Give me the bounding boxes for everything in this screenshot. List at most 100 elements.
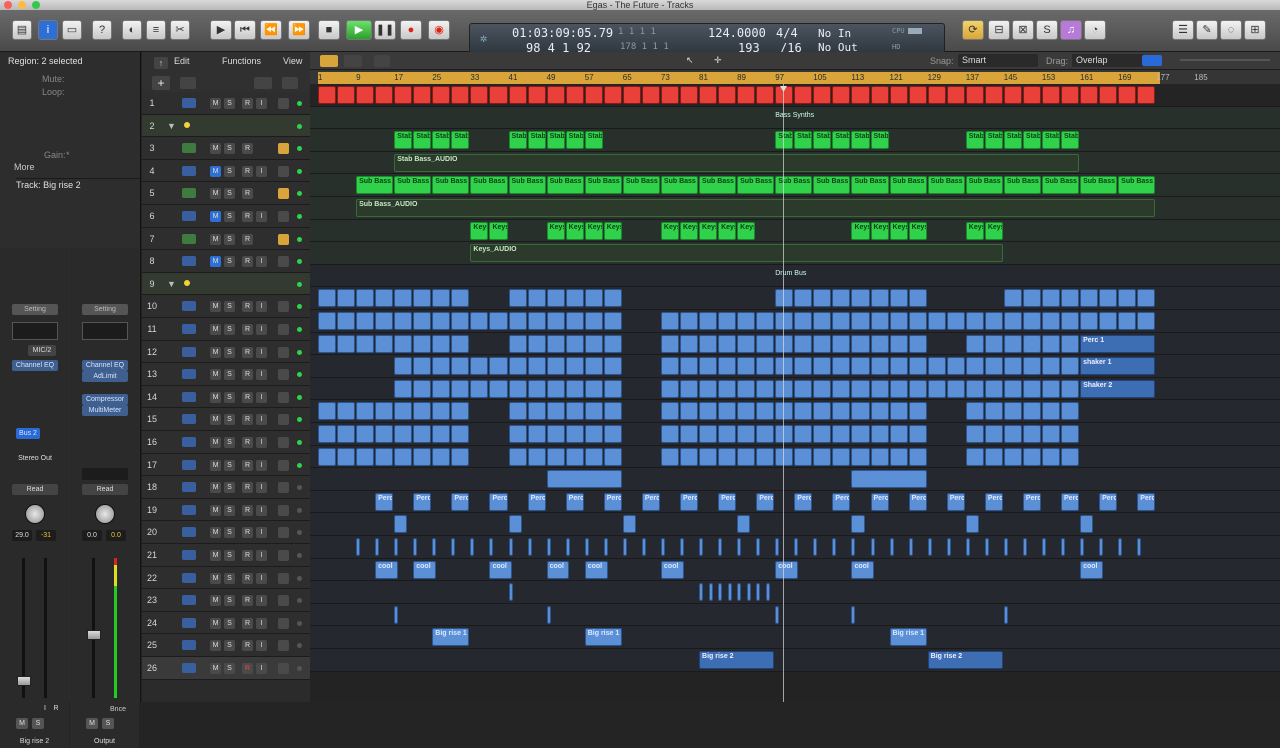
region[interactable] (775, 357, 794, 376)
region[interactable] (851, 86, 870, 104)
region[interactable]: Stab (432, 131, 451, 150)
region[interactable] (775, 402, 794, 421)
region[interactable] (699, 379, 718, 398)
region[interactable]: Perc (908, 492, 927, 511)
region[interactable] (470, 357, 489, 376)
region[interactable] (813, 334, 832, 353)
region[interactable] (699, 447, 718, 466)
region[interactable] (527, 538, 532, 556)
region[interactable]: Perc (870, 492, 889, 511)
region[interactable] (432, 289, 451, 308)
region[interactable]: Stab (813, 131, 832, 150)
region[interactable] (965, 402, 984, 421)
region[interactable]: Perc (413, 492, 432, 511)
solo-button[interactable]: S (224, 595, 235, 607)
mute-button[interactable]: M (210, 211, 221, 222)
region[interactable] (394, 334, 413, 353)
region[interactable] (889, 289, 908, 308)
region[interactable] (775, 334, 794, 353)
region[interactable]: Perc (641, 492, 660, 511)
region[interactable] (1022, 334, 1041, 353)
region[interactable] (1003, 289, 1022, 308)
track-freeze-icon[interactable] (278, 459, 289, 471)
solo-button[interactable]: S (224, 256, 235, 268)
region[interactable] (337, 289, 356, 308)
horizontal-zoom-slider[interactable] (1230, 59, 1270, 61)
region[interactable] (870, 86, 889, 104)
region[interactable] (737, 312, 756, 330)
region[interactable]: Stab (794, 131, 813, 150)
region[interactable]: Stab (851, 131, 870, 150)
input-monitor-button[interactable]: I (256, 256, 267, 268)
region[interactable] (1022, 379, 1041, 398)
track-freeze-icon[interactable] (278, 550, 289, 561)
region[interactable] (546, 447, 565, 466)
region[interactable]: Sub Bass (927, 176, 965, 195)
region[interactable] (413, 538, 418, 556)
track-header-row[interactable]: 6 MSRI (142, 205, 310, 228)
region[interactable]: Keys (984, 221, 1003, 240)
region[interactable] (737, 425, 756, 443)
fast-forward-icon[interactable]: ⏩ (288, 20, 310, 40)
region[interactable] (394, 379, 413, 398)
region[interactable] (832, 289, 851, 308)
zoom-icon[interactable] (32, 1, 40, 9)
region[interactable]: Perc 1 (1080, 334, 1156, 353)
region[interactable] (927, 312, 946, 330)
region[interactable] (832, 334, 851, 353)
input-monitor-button[interactable]: I (256, 324, 267, 335)
disclosure-icon[interactable]: ▼ (167, 279, 176, 289)
region[interactable] (718, 379, 737, 398)
track-header-row[interactable]: 26 M S R I (142, 657, 310, 680)
region[interactable]: Keys_AUDIO (470, 244, 1003, 263)
browser-icon[interactable]: ⊞ (1244, 20, 1266, 40)
region[interactable]: Sub Bass (622, 176, 660, 195)
region[interactable] (813, 289, 832, 308)
plugin-slot[interactable]: AdLimit (82, 371, 128, 382)
region[interactable] (337, 86, 356, 104)
view-menu[interactable]: View (283, 56, 302, 66)
region[interactable] (584, 312, 603, 330)
region[interactable] (603, 357, 622, 376)
input-monitor-button[interactable]: I (256, 414, 267, 426)
region[interactable] (679, 447, 699, 466)
sort-icon[interactable] (254, 77, 272, 89)
region[interactable]: Sub Bass (584, 176, 622, 195)
track-on-icon[interactable] (297, 191, 302, 197)
region[interactable] (908, 334, 927, 353)
region[interactable] (1041, 425, 1061, 443)
region[interactable] (660, 357, 679, 376)
record-enable-button[interactable]: R (242, 324, 253, 335)
region[interactable] (603, 538, 608, 556)
region[interactable] (318, 402, 337, 421)
mute-button[interactable]: M (210, 414, 221, 426)
track-header-row[interactable]: 3 MSR (142, 137, 310, 160)
region[interactable] (660, 538, 665, 556)
region[interactable] (356, 425, 375, 443)
region[interactable] (946, 312, 965, 330)
record-enable-button[interactable]: R (242, 572, 253, 584)
region[interactable]: Stab (965, 131, 984, 150)
region[interactable] (699, 538, 704, 556)
region[interactable] (375, 402, 394, 421)
region[interactable]: cool (1080, 560, 1103, 579)
region[interactable] (318, 289, 337, 308)
region[interactable] (508, 86, 527, 104)
region[interactable] (1003, 379, 1022, 398)
solo-button[interactable]: S (224, 188, 235, 200)
pause-icon[interactable]: ❚❚ (374, 20, 396, 40)
region[interactable] (851, 425, 870, 443)
region[interactable]: Keys (737, 221, 756, 240)
region[interactable] (451, 289, 470, 308)
region[interactable] (546, 538, 551, 556)
region[interactable] (451, 312, 470, 330)
solo-button[interactable]: S (102, 718, 114, 729)
close-icon[interactable] (4, 1, 12, 9)
tuner-icon[interactable]: ◔ (1084, 20, 1106, 40)
region[interactable] (1003, 605, 1008, 624)
region[interactable]: Sub Bass (660, 176, 699, 195)
region[interactable]: Stab (508, 131, 527, 150)
solo-button[interactable]: S (224, 527, 235, 539)
input-slot[interactable]: MIC/2 (28, 345, 56, 356)
track-header-row[interactable]: 24 M S R I (142, 611, 310, 635)
